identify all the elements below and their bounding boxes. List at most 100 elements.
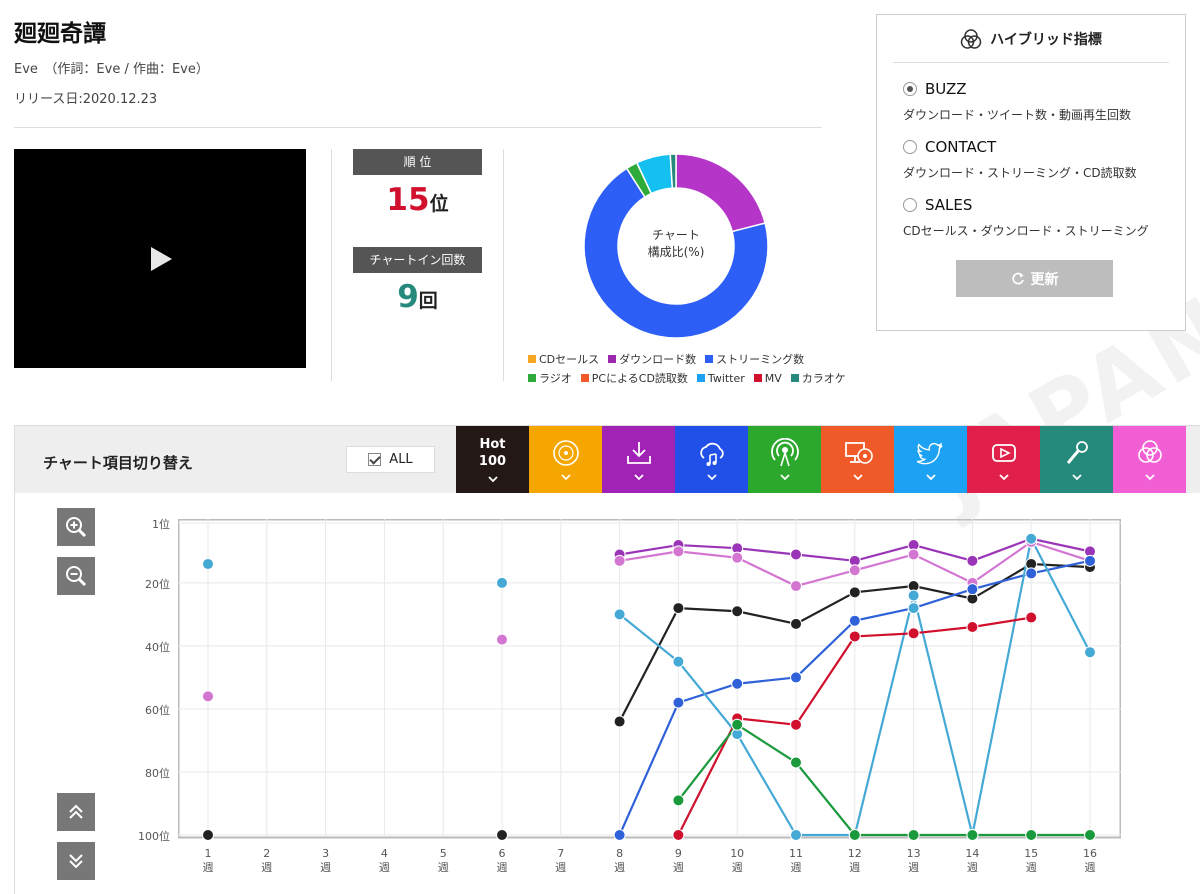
data-point[interactable]: [790, 756, 802, 769]
chart-category-hybrid[interactable]: [1113, 426, 1186, 493]
legend-item: MV: [753, 370, 782, 386]
chart-category-twitter[interactable]: [894, 426, 967, 493]
chart-category-download[interactable]: [602, 426, 675, 493]
data-point[interactable]: [672, 794, 685, 807]
data-point[interactable]: [848, 564, 861, 577]
data-point[interactable]: [907, 548, 920, 561]
data-point[interactable]: [848, 829, 861, 841]
data-point[interactable]: [790, 718, 802, 731]
chart-category-pc-cd[interactable]: [821, 426, 894, 493]
data-point[interactable]: [848, 586, 861, 599]
radio-contact[interactable]: CONTACT: [903, 138, 996, 156]
data-point[interactable]: [790, 671, 802, 684]
data-point[interactable]: [848, 614, 861, 627]
hot100-label: 100: [478, 454, 507, 469]
x-tick-label: 1週: [202, 847, 214, 874]
chart-category-radio[interactable]: [748, 426, 821, 493]
data-point[interactable]: [907, 627, 920, 640]
data-point[interactable]: [966, 621, 979, 633]
data-point[interactable]: [496, 829, 508, 841]
data-point[interactable]: [202, 829, 214, 841]
composition-donut-chart: チャート 構成比(%): [583, 153, 769, 339]
data-point[interactable]: [966, 554, 979, 567]
hybrid-divider: [893, 62, 1169, 63]
data-point[interactable]: [1084, 646, 1096, 659]
data-point[interactable]: [731, 677, 744, 690]
data-point[interactable]: [1025, 611, 1038, 624]
data-point[interactable]: [848, 630, 861, 643]
radio-button[interactable]: [903, 140, 917, 154]
data-point[interactable]: [1084, 554, 1096, 567]
double-chevron-down-icon: [69, 854, 83, 869]
cd-icon: [552, 440, 579, 466]
radio-buzz[interactable]: BUZZ: [903, 80, 967, 98]
data-point[interactable]: [496, 576, 508, 589]
rank-value: 15位: [353, 182, 482, 218]
chart-category-hot100[interactable]: Hot 100: [456, 426, 529, 493]
chart-category-cd[interactable]: [529, 426, 602, 493]
data-point[interactable]: [731, 605, 744, 618]
data-point[interactable]: [1025, 829, 1038, 841]
data-point[interactable]: [1025, 532, 1038, 545]
data-point[interactable]: [966, 583, 979, 596]
donut-center-line1: チャート: [652, 228, 700, 242]
plot-frame: [178, 519, 1121, 839]
radio-desc: ダウンロード・ストリーミング・CD読取数: [903, 166, 1137, 180]
data-point[interactable]: [613, 554, 626, 567]
data-point[interactable]: [496, 633, 508, 646]
radio-icon: [770, 438, 799, 467]
data-point[interactable]: [966, 829, 979, 841]
data-point[interactable]: [790, 829, 802, 841]
donut-legend: CDセールス ダウンロード数 ストリーミング数: [528, 351, 804, 367]
radio-sales[interactable]: SALES: [903, 196, 972, 214]
legend-label: ラジオ: [539, 372, 572, 385]
data-point[interactable]: [672, 545, 685, 558]
chart-category-youtube[interactable]: [967, 426, 1040, 493]
legend-swatch: [528, 355, 536, 363]
data-point[interactable]: [790, 580, 802, 593]
data-point[interactable]: [613, 829, 626, 841]
data-point[interactable]: [202, 690, 214, 703]
data-point[interactable]: [731, 551, 744, 564]
data-point[interactable]: [731, 718, 744, 731]
chart-category-karaoke[interactable]: [1040, 426, 1113, 493]
data-point[interactable]: [672, 602, 685, 615]
legend-item: CDセールス: [528, 351, 599, 367]
x-tick-label: 3週: [320, 847, 332, 874]
refresh-button[interactable]: 更新: [956, 260, 1113, 297]
x-tick-label: 13 週: [906, 847, 921, 874]
header-divider: [14, 127, 822, 128]
all-checkbox[interactable]: [368, 453, 382, 466]
zoom-in-button[interactable]: [57, 508, 95, 546]
legend-label: PCによるCD読取数: [591, 372, 688, 385]
data-point[interactable]: [907, 589, 920, 602]
data-point[interactable]: [1084, 829, 1096, 841]
chevron-down-icon: [925, 474, 936, 481]
radio-button[interactable]: [903, 82, 917, 96]
legend-swatch: [608, 355, 617, 363]
all-toggle[interactable]: ALL: [346, 446, 435, 473]
legend-item: ダウンロード数: [608, 351, 696, 367]
data-point[interactable]: [907, 829, 920, 841]
zoom-out-button[interactable]: [57, 557, 95, 595]
data-point[interactable]: [672, 829, 685, 841]
data-point[interactable]: [613, 715, 626, 728]
data-point[interactable]: [672, 696, 685, 709]
data-point[interactable]: [202, 557, 214, 570]
scroll-down-button[interactable]: [57, 842, 95, 880]
scroll-up-button[interactable]: [57, 793, 95, 831]
data-point[interactable]: [613, 608, 626, 621]
chevron-down-icon: [1071, 474, 1082, 481]
chevron-down-icon: [852, 474, 863, 481]
rank-number: 15: [386, 182, 430, 218]
data-point[interactable]: [1025, 567, 1038, 580]
all-label: ALL: [389, 452, 413, 467]
data-point[interactable]: [790, 617, 802, 630]
radio-button[interactable]: [903, 198, 917, 212]
chart-category-streaming[interactable]: [675, 426, 748, 493]
y-tick-label: 40位: [145, 640, 170, 654]
data-point[interactable]: [907, 602, 920, 615]
data-point[interactable]: [672, 655, 685, 668]
data-point[interactable]: [790, 548, 802, 561]
play-icon[interactable]: [151, 247, 172, 271]
